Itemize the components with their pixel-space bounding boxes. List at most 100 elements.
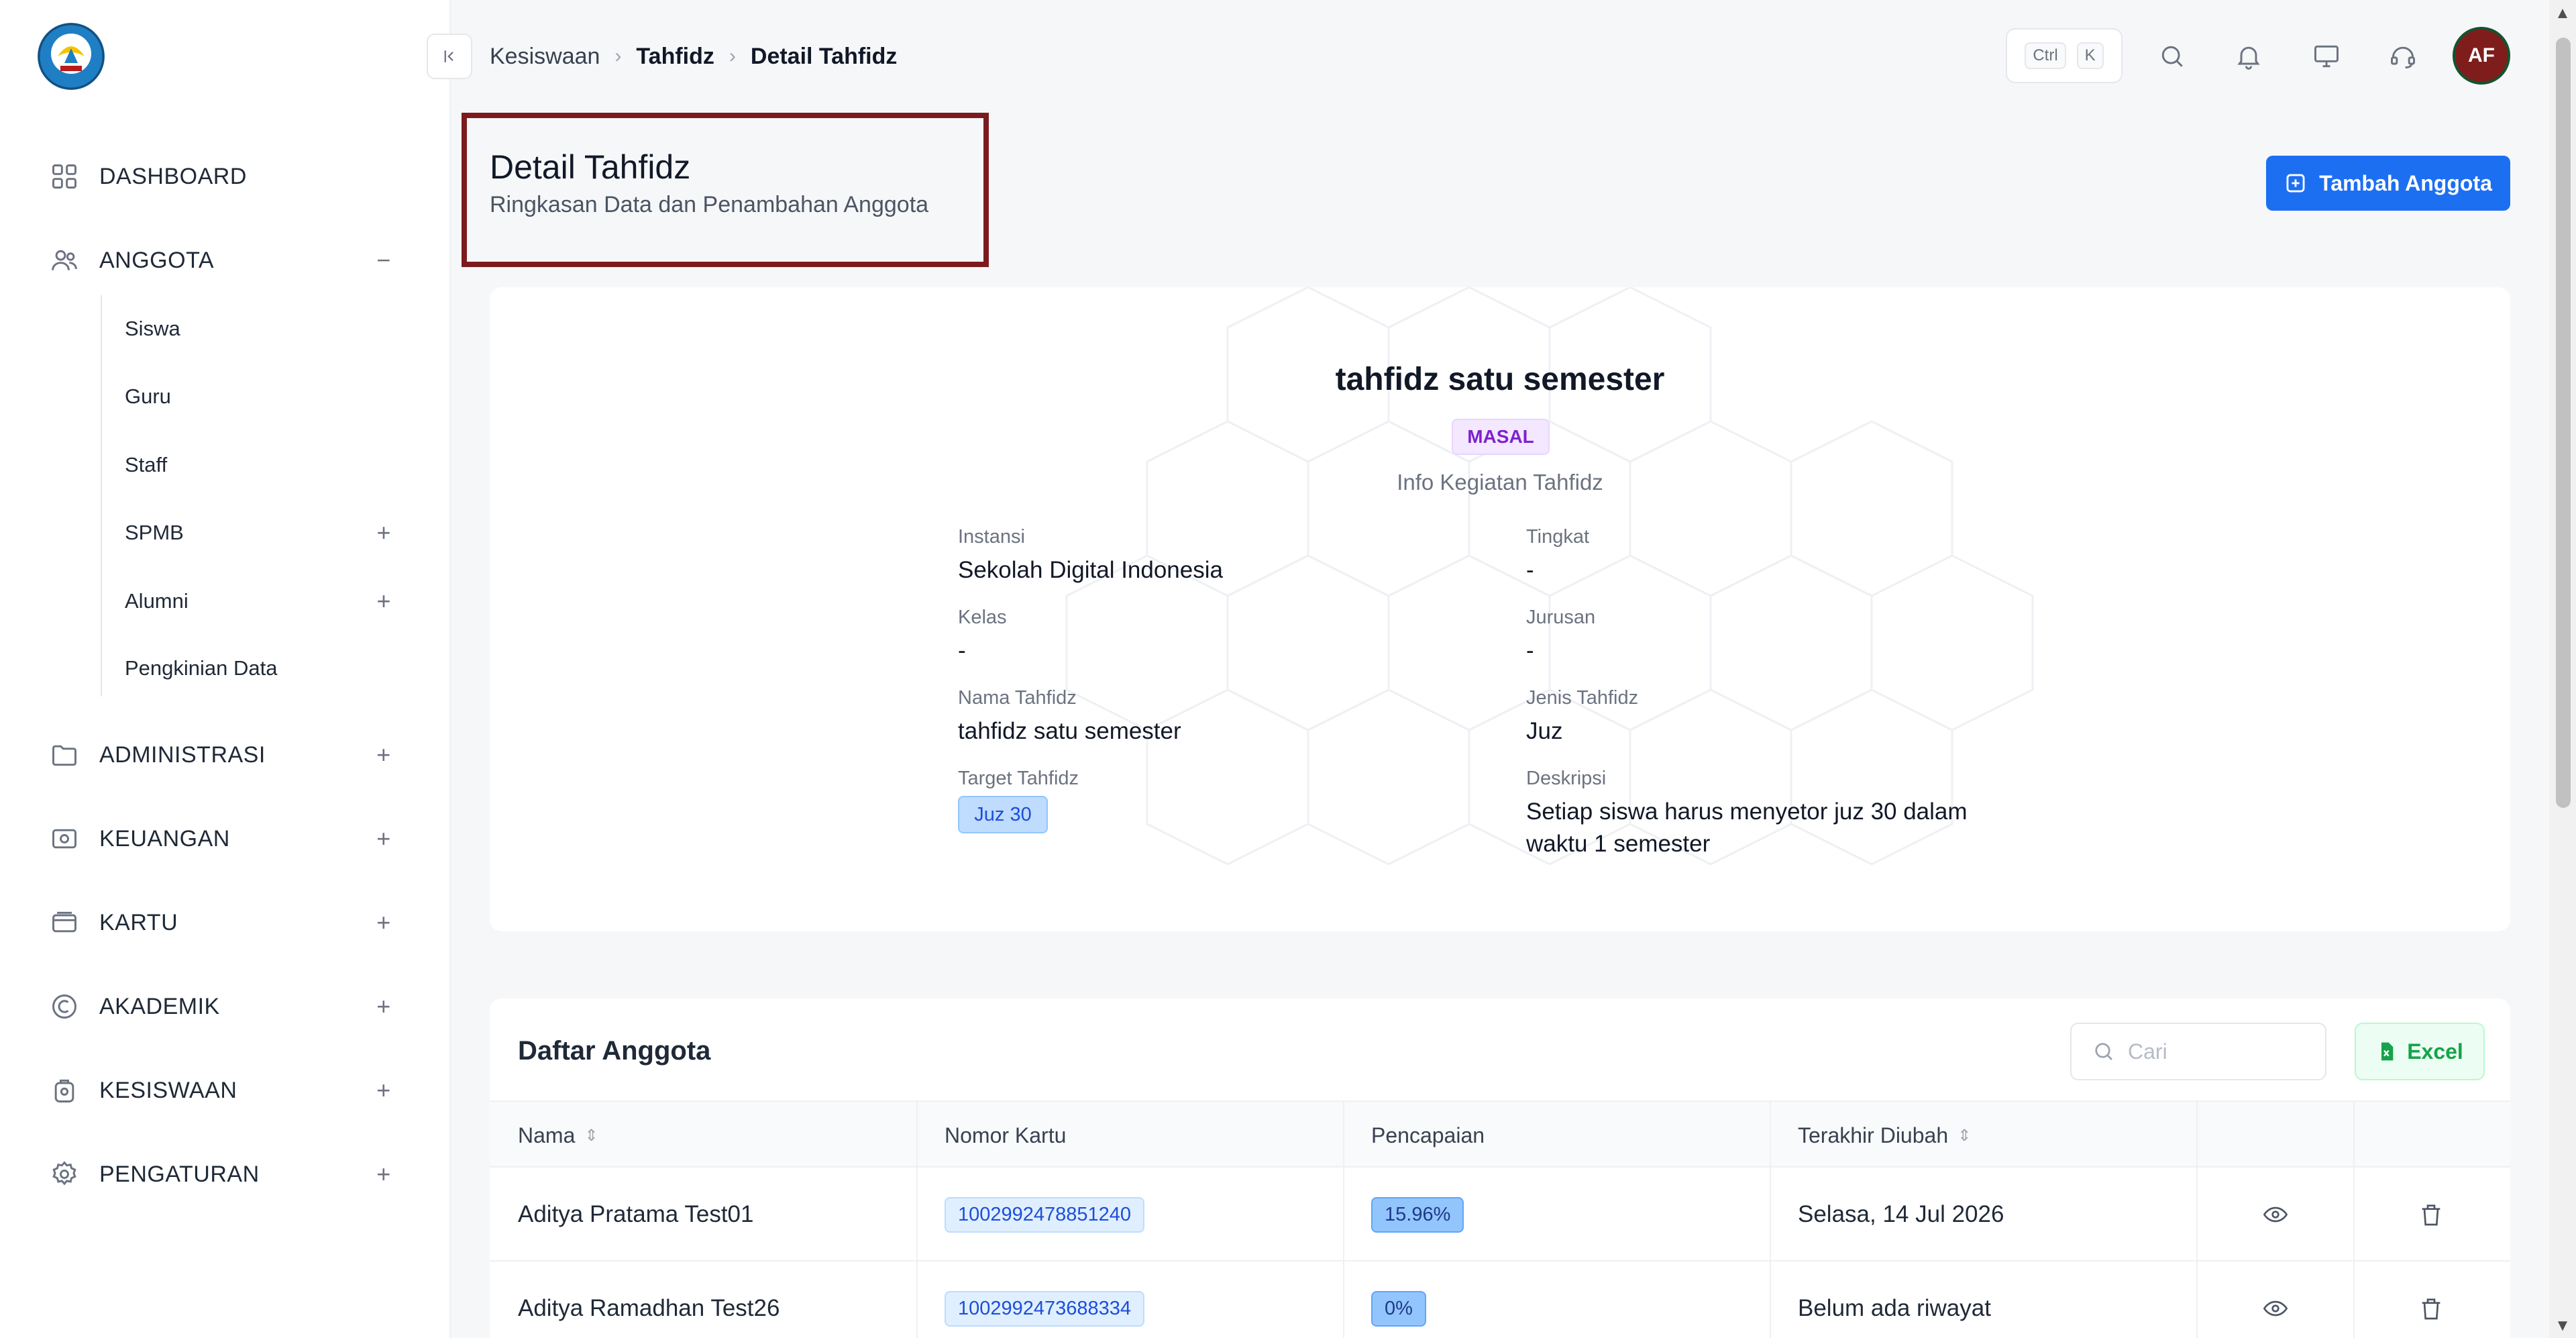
breadcrumb-kesiswaan[interactable]: Kesiswaan xyxy=(490,44,600,70)
grid-icon xyxy=(48,160,80,193)
expand-icon[interactable]: + xyxy=(370,735,397,775)
scrollbar-thumb[interactable] xyxy=(2556,38,2571,808)
highlight-box xyxy=(462,113,989,267)
sidebar-item-pengaturan[interactable]: PENGATURAN + xyxy=(48,1154,397,1194)
gear-icon xyxy=(48,1158,80,1190)
expand-icon[interactable]: + xyxy=(370,986,397,1027)
cell-terakhir-diubah: Selasa, 14 Jul 2026 xyxy=(1798,1201,2004,1227)
sidebar-subitem-alumni[interactable]: Alumni + xyxy=(125,582,397,620)
sidebar-subitem-label: Alumni xyxy=(125,589,189,613)
page-subtitle: Ringkasan Data dan Penambahan Anggota xyxy=(490,192,929,217)
column-header-terakhir-diubah[interactable]: Terakhir Diubah ⇕ xyxy=(1770,1102,2192,1169)
trash-icon[interactable] xyxy=(2414,1197,2449,1232)
sort-icon[interactable]: ⇕ xyxy=(584,1126,598,1145)
sidebar-item-label: KARTU xyxy=(99,909,178,935)
expand-icon[interactable]: + xyxy=(370,1070,397,1111)
submenu-divider xyxy=(101,295,102,697)
kelas-label: Kelas xyxy=(958,607,1007,628)
academic-icon xyxy=(48,990,80,1023)
sidebar-subitem-pengkinian-data[interactable]: Pengkinian Data xyxy=(125,650,397,687)
expand-icon[interactable]: + xyxy=(370,582,397,620)
sidebar-subitem-guru[interactable]: Guru xyxy=(125,378,397,415)
page-title: Detail Tahfidz xyxy=(490,148,691,186)
column-header-nama[interactable]: Nama ⇕ xyxy=(490,1102,916,1169)
kbd-ctrl: Ctrl xyxy=(2025,42,2066,69)
sort-icon[interactable]: ⇕ xyxy=(1957,1126,1971,1145)
bell-icon[interactable] xyxy=(2229,36,2269,76)
command-palette-shortcut[interactable]: Ctrl K xyxy=(2006,28,2123,83)
folder-icon xyxy=(48,739,80,771)
search-input[interactable] xyxy=(2128,1039,2302,1064)
scroll-up-icon[interactable]: ▲ xyxy=(2553,4,2572,23)
chevron-right-icon: › xyxy=(614,45,622,67)
sidebar-item-administrasi[interactable]: ADMINISTRASI + xyxy=(48,735,397,775)
sidebar-item-dashboard[interactable]: DASHBOARD xyxy=(48,156,397,197)
expand-icon[interactable]: + xyxy=(370,903,397,943)
add-member-button[interactable]: Tambah Anggota xyxy=(2266,156,2510,211)
sidebar-subitem-label: Siswa xyxy=(125,317,180,340)
target-tahfidz-label: Target Tahfidz xyxy=(958,768,1079,789)
instansi-label: Instansi xyxy=(958,526,1025,548)
sidebar-subitem-label: SPMB xyxy=(125,521,184,544)
deskripsi-line-1: Setiap siswa harus menyetor juz 30 dalam xyxy=(1526,799,1968,825)
search-field[interactable] xyxy=(2070,1023,2326,1080)
school-logo[interactable] xyxy=(38,23,105,90)
column-header-label: Nama xyxy=(518,1123,576,1147)
search-icon[interactable] xyxy=(2152,36,2192,76)
sidebar-subitem-label: Guru xyxy=(125,384,171,408)
sidebar-item-akademik[interactable]: AKADEMIK + xyxy=(48,986,397,1027)
deskripsi-line-2: waktu 1 semester xyxy=(1526,831,1711,857)
sidebar-item-keuangan[interactable]: KEUANGAN + xyxy=(48,819,397,859)
support-icon[interactable] xyxy=(2383,36,2423,76)
export-excel-label: Excel xyxy=(2407,1039,2463,1064)
expand-icon[interactable]: + xyxy=(370,1154,397,1194)
add-member-label: Tambah Anggota xyxy=(2319,170,2492,195)
breadcrumb-tahfidz[interactable]: Tahfidz xyxy=(636,44,714,70)
sidebar-collapse-button[interactable] xyxy=(427,34,472,79)
sidebar-item-label: DASHBOARD xyxy=(99,163,247,189)
avatar[interactable]: AF xyxy=(2453,27,2510,85)
sidebar-item-kartu[interactable]: KARTU + xyxy=(48,903,397,943)
eye-icon[interactable] xyxy=(2258,1197,2293,1232)
eye-icon[interactable] xyxy=(2258,1291,2293,1326)
cell-terakhir-diubah: Belum ada riwayat xyxy=(1798,1295,1991,1321)
progress-badge: 0% xyxy=(1371,1290,1426,1327)
tingkat-label: Tingkat xyxy=(1526,526,1590,548)
excel-file-icon xyxy=(2381,1042,2394,1061)
progress-badge: 15.96% xyxy=(1371,1196,1464,1233)
collapse-icon[interactable]: − xyxy=(370,240,397,280)
card-icon xyxy=(48,907,80,939)
jenis-tahfidz-label: Jenis Tahfidz xyxy=(1526,687,1639,709)
sidebar-subitem-staff[interactable]: Staff xyxy=(125,446,397,484)
column-header-label: Nomor Kartu xyxy=(945,1123,1067,1147)
breadcrumb-current: Detail Tahfidz xyxy=(750,43,898,69)
money-icon xyxy=(48,823,80,855)
nama-tahfidz-label: Nama Tahfidz xyxy=(958,687,1077,709)
type-badge: MASAL xyxy=(1452,419,1550,455)
column-header-label: Terakhir Diubah xyxy=(1798,1123,1949,1147)
sidebar-item-label: KEUANGAN xyxy=(99,825,230,852)
kbd-k: K xyxy=(2076,42,2104,69)
jenis-tahfidz-value: Juz xyxy=(1526,718,1563,744)
sidebar-item-kesiswaan[interactable]: KESISWAAN + xyxy=(48,1070,397,1111)
sidebar-subitem-label: Pengkinian Data xyxy=(125,656,278,680)
column-header-pencapaian: Pencapaian xyxy=(1343,1102,1770,1169)
cell-nama: Aditya Ramadhan Test26 xyxy=(518,1295,780,1321)
tahfidz-title: tahfidz satu semester xyxy=(1335,362,1665,397)
table-row: Aditya Ramadhan Test26 1002992473688334 … xyxy=(490,1262,2510,1338)
export-excel-button[interactable]: Excel xyxy=(2355,1023,2485,1080)
monitor-icon[interactable] xyxy=(2306,36,2347,76)
scroll-down-icon[interactable]: ▼ xyxy=(2553,1317,2572,1335)
expand-icon[interactable]: + xyxy=(370,819,397,859)
sidebar-subitem-spmb[interactable]: SPMB + xyxy=(125,514,397,552)
expand-icon[interactable]: + xyxy=(370,514,397,552)
sidebar-subitem-siswa[interactable]: Siswa xyxy=(125,310,397,348)
kelas-value: - xyxy=(958,637,966,664)
nama-tahfidz-value: tahfidz satu semester xyxy=(958,718,1181,744)
sidebar-item-anggota[interactable]: ANGGOTA − xyxy=(48,240,397,280)
tingkat-value: - xyxy=(1526,557,1534,583)
collapse-left-icon xyxy=(444,50,453,62)
trash-icon[interactable] xyxy=(2414,1291,2449,1326)
breadcrumb: Kesiswaan › Tahfidz › Detail Tahfidz xyxy=(490,39,897,74)
column-header-label: Pencapaian xyxy=(1371,1123,1485,1147)
